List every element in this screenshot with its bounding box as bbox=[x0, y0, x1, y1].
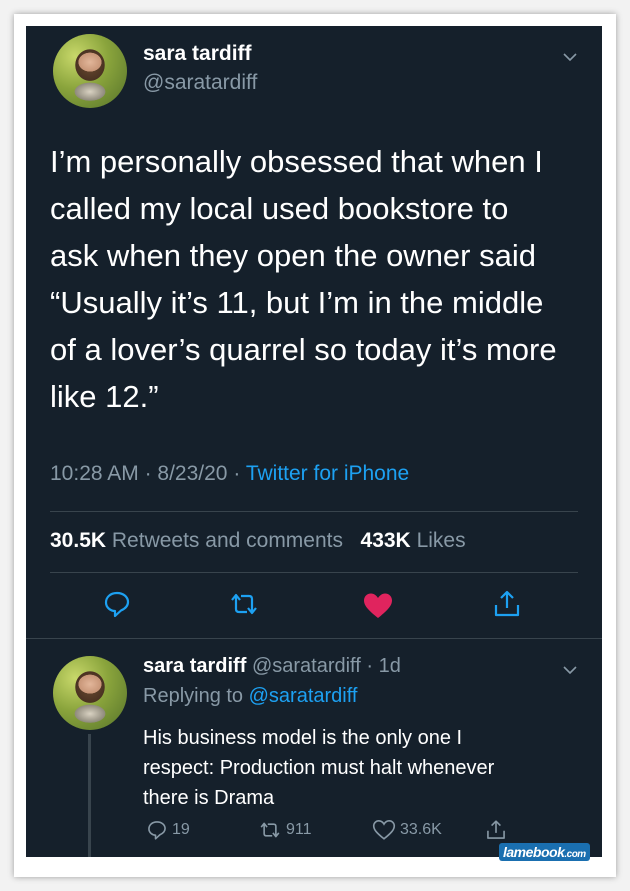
meta-separator: · bbox=[233, 462, 241, 485]
watermark-logo: lamebook.com bbox=[499, 843, 590, 861]
tweet-date: 8/23/20 bbox=[157, 462, 228, 485]
tweet-text: I’m personally obsessed that when I call… bbox=[50, 144, 557, 414]
likes-stat[interactable]: 433K Likes bbox=[361, 529, 466, 552]
tweet-card: sara tardiff @saratardiff I’m personally… bbox=[26, 26, 602, 857]
heart-icon bbox=[372, 820, 396, 840]
share-icon[interactable] bbox=[492, 589, 524, 621]
retweets-count: 30.5K bbox=[50, 529, 107, 552]
reply-icon bbox=[148, 821, 166, 840]
reply-retweet-action[interactable]: 911 bbox=[258, 819, 312, 841]
author-name[interactable]: sara tardiff bbox=[143, 42, 252, 66]
tweet-stats: 30.5K Retweets and comments 433K Likes bbox=[50, 529, 466, 553]
reply-author-avatar[interactable] bbox=[53, 656, 127, 730]
likes-count: 433K bbox=[360, 529, 411, 552]
reply-like-action[interactable]: 33.6K bbox=[372, 819, 442, 841]
reply-icon[interactable] bbox=[102, 589, 134, 621]
replying-to: Replying to @saratardiff bbox=[143, 685, 358, 708]
watermark-suffix: .com bbox=[564, 849, 586, 860]
retweet-icon bbox=[260, 822, 280, 838]
meta-separator: · bbox=[144, 462, 152, 485]
reply-author-name[interactable]: sara tardiff bbox=[143, 655, 246, 677]
divider bbox=[50, 511, 578, 512]
reply-header: sara tardiff @saratardiff · 1d bbox=[143, 655, 401, 678]
replying-handle-link[interactable]: @saratardiff bbox=[249, 685, 358, 707]
heart-icon[interactable] bbox=[362, 591, 394, 623]
divider bbox=[50, 572, 578, 573]
like-count: 33.6K bbox=[400, 821, 442, 838]
reply-reply-action[interactable]: 19 bbox=[146, 819, 190, 841]
author-avatar[interactable] bbox=[53, 34, 127, 108]
reply-text: His business model is the only one I res… bbox=[143, 727, 495, 809]
watermark-brand: lamebook bbox=[503, 844, 565, 860]
retweet-icon[interactable] bbox=[228, 589, 260, 621]
replying-prefix: Replying to bbox=[143, 685, 244, 707]
divider bbox=[26, 638, 602, 639]
reply-count: 19 bbox=[172, 821, 190, 838]
tweet-source-link[interactable]: Twitter for iPhone bbox=[246, 462, 409, 485]
retweets-label: Retweets and comments bbox=[111, 529, 343, 552]
reply-share-action[interactable] bbox=[485, 819, 507, 841]
thread-line bbox=[88, 734, 91, 857]
retweets-stat[interactable]: 30.5K Retweets and comments bbox=[50, 529, 349, 552]
likes-label: Likes bbox=[416, 529, 466, 552]
tweet-time: 10:28 AM bbox=[50, 462, 139, 485]
chevron-down-icon[interactable] bbox=[563, 665, 577, 677]
share-icon bbox=[487, 820, 505, 839]
author-handle[interactable]: @saratardiff bbox=[143, 71, 257, 95]
tweet-meta: 10:28 AM · 8/23/20 · Twitter for iPhone bbox=[50, 462, 409, 486]
reply-author-handle[interactable]: @saratardiff bbox=[252, 655, 361, 677]
reply-age: · 1d bbox=[366, 655, 401, 677]
chevron-down-icon[interactable] bbox=[563, 52, 577, 64]
retweet-count: 911 bbox=[286, 821, 312, 838]
